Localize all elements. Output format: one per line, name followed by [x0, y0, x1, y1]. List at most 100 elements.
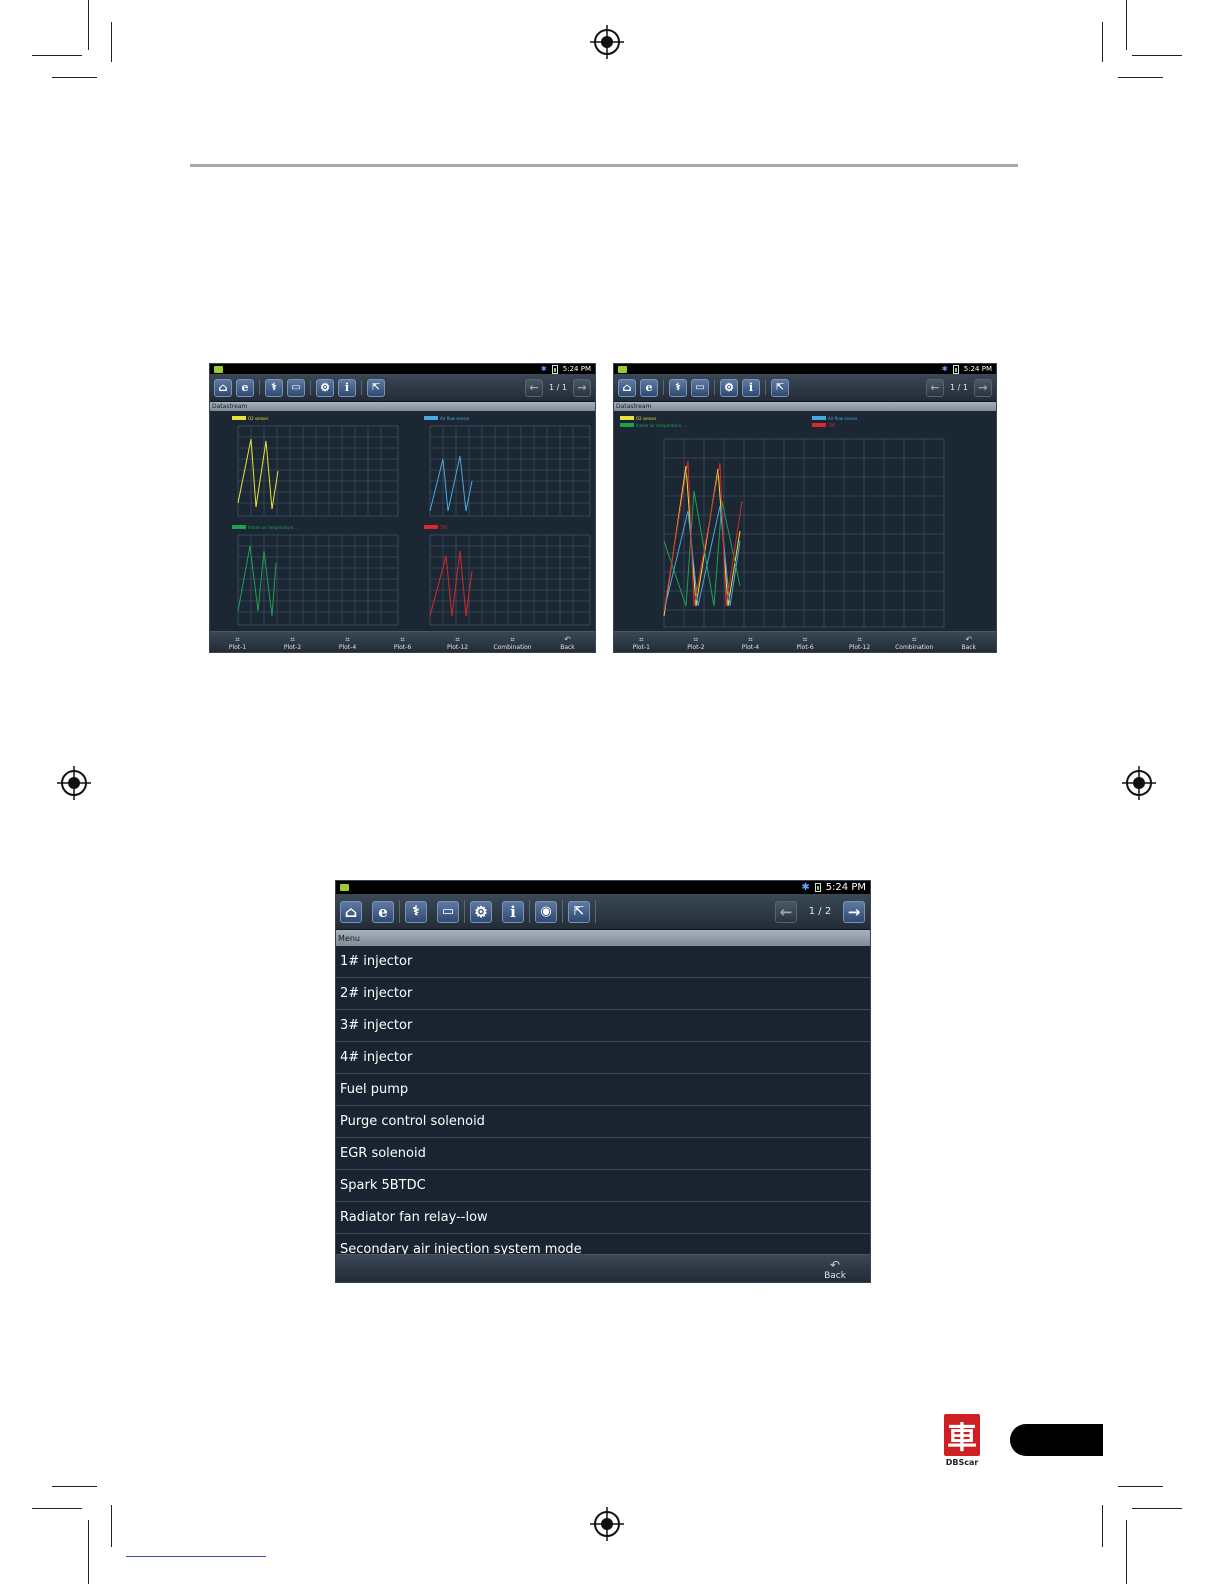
plot-2-button[interactable]: ⌗ Plot-2	[669, 632, 724, 652]
plot-icon: ⌗	[290, 635, 295, 644]
settings-icon[interactable]: ⚙	[316, 378, 334, 397]
status-time: 5:24 PM	[825, 882, 866, 893]
diagnose-icon[interactable]: ⚕	[265, 378, 283, 397]
plot-icon: ⌗	[510, 635, 515, 644]
info-icon[interactable]: i	[742, 378, 760, 397]
message-icon[interactable]: ▭	[287, 378, 305, 397]
app-icon	[214, 365, 223, 373]
plot-12-button[interactable]: ⌗ Plot-12	[430, 632, 485, 652]
back-label: Back	[961, 644, 977, 651]
home-icon[interactable]: ⌂	[618, 378, 636, 397]
exit-icon[interactable]: ⇱	[367, 378, 385, 397]
message-icon[interactable]: ▭	[437, 900, 459, 923]
plot-2-button[interactable]: ⌗ Plot-2	[265, 632, 320, 652]
crop-mark	[88, 0, 89, 50]
home-icon[interactable]: ⌂	[214, 378, 232, 397]
plot-2-label: Plot-2	[687, 644, 705, 651]
crop-mark	[1118, 77, 1163, 78]
plot-6-label: Plot-6	[393, 644, 412, 651]
list-item[interactable]: 4# injector	[336, 1042, 870, 1074]
arrow-left-icon[interactable]: ←	[926, 378, 944, 397]
actuation-menu-screen: ✱ 5:24 PM ⌂ e ⚕ ▭ ⚙ i ◉ ⇱ ← 1 / 2 → Menu…	[335, 880, 871, 1283]
settings-icon[interactable]: ⚙	[470, 900, 492, 923]
plot-air-flow-sensor: Air flow sensor	[424, 416, 591, 517]
crop-mark	[52, 1486, 97, 1487]
list-item[interactable]: 3# injector	[336, 1010, 870, 1042]
arrow-right-icon[interactable]: →	[974, 378, 992, 397]
back-button[interactable]: ↶ Back	[941, 632, 996, 652]
info-icon[interactable]: i	[338, 378, 356, 397]
crop-mark	[32, 1508, 82, 1509]
datastream-screen-plot-4: ✱ 5:24 PM ⌂ e ⚕ ▭ ⚙ i ⇱ ← 1 / 1 → Datast…	[209, 363, 596, 653]
bluetooth-icon: ✱	[801, 882, 810, 893]
browser-icon[interactable]: e	[372, 900, 394, 923]
toolbar: ⌂ e ⚕ ▭ ⚙ i ⇱ ← 1 / 1 →	[614, 374, 996, 402]
crop-mark	[1102, 22, 1103, 62]
legend-label: O2 sensor	[636, 416, 657, 421]
legend-label: TPS	[439, 525, 448, 530]
toolbar-separator	[714, 380, 715, 395]
toolbar-separator	[259, 380, 260, 395]
combination-button[interactable]: ⌗ Combination	[485, 632, 540, 652]
header-rule	[190, 164, 1018, 167]
legend-swatch	[424, 416, 438, 420]
toolbar-separator	[529, 900, 530, 923]
page-indicator: 1 / 1	[549, 383, 567, 392]
arrow-left-icon[interactable]: ←	[775, 900, 797, 923]
home-icon[interactable]: ⌂	[340, 900, 362, 923]
plot-4-button[interactable]: ⌗ Plot-4	[723, 632, 778, 652]
plot-grid	[238, 426, 398, 516]
back-button[interactable]: ↶ Back	[800, 1255, 870, 1282]
list-item[interactable]: EGR solenoid	[336, 1138, 870, 1170]
message-icon[interactable]: ▭	[691, 378, 709, 397]
plot-4-label: Plot-4	[338, 644, 357, 651]
plot-6-label: Plot-6	[796, 644, 814, 651]
plot-1-button[interactable]: ⌗ Plot-1	[614, 632, 669, 652]
toolbar-separator	[765, 380, 766, 395]
browser-icon[interactable]: e	[640, 378, 658, 397]
plot-6-button[interactable]: ⌗ Plot-6	[375, 632, 430, 652]
list-item[interactable]: Radiator fan relay--low	[336, 1202, 870, 1234]
arrow-left-icon[interactable]: ←	[525, 378, 543, 397]
list-item[interactable]: Secondary air injection system mode	[336, 1234, 870, 1256]
arrow-right-icon[interactable]: →	[573, 378, 591, 397]
plot-tps: TPS	[424, 525, 591, 626]
camera-icon[interactable]: ◉	[535, 900, 557, 923]
plot-12-button[interactable]: ⌗ Plot-12	[832, 632, 887, 652]
battery-icon	[551, 364, 558, 374]
combination-label: Combination	[895, 644, 934, 651]
info-icon[interactable]: i	[502, 900, 524, 923]
app-icon	[618, 365, 627, 373]
exit-icon[interactable]: ⇱	[568, 900, 590, 923]
crop-mark	[1126, 1520, 1127, 1584]
settings-icon[interactable]: ⚙	[720, 378, 738, 397]
list-item[interactable]: 1# injector	[336, 946, 870, 978]
plot-6-button[interactable]: ⌗ Plot-6	[778, 632, 833, 652]
legend-label: Intake air temperature...	[636, 423, 685, 428]
plot-icon: ⌗	[802, 635, 808, 644]
legend-label: TPS	[827, 423, 836, 428]
series-line-blue	[663, 505, 741, 612]
plot-icon: ⌗	[345, 635, 350, 644]
combination-button[interactable]: ⌗ Combination	[887, 632, 942, 652]
diagnose-icon[interactable]: ⚕	[669, 378, 687, 397]
plot-1-button[interactable]: ⌗ Plot-1	[210, 632, 265, 652]
plot-12-label: Plot-12	[446, 644, 469, 651]
plot-4-button[interactable]: ⌗ Plot-4	[320, 632, 375, 652]
list-item[interactable]: Spark 5BTDC	[336, 1170, 870, 1202]
browser-icon[interactable]: e	[236, 378, 254, 397]
arrow-right-icon[interactable]: →	[843, 900, 865, 923]
plot-icon: ⌗	[693, 635, 699, 644]
logo-char: 車	[947, 1421, 977, 1456]
legend-swatch	[812, 423, 826, 427]
plot-12-label: Plot-12	[849, 644, 871, 651]
plot-icon: ⌗	[748, 635, 753, 644]
list-item[interactable]: Fuel pump	[336, 1074, 870, 1106]
diagnose-icon[interactable]: ⚕	[405, 900, 427, 923]
crop-mark	[88, 1520, 89, 1584]
list-item[interactable]: Purge control solenoid	[336, 1106, 870, 1138]
back-button[interactable]: ↶ Back	[540, 632, 595, 652]
bluetooth-icon: ✱	[540, 365, 547, 373]
list-item[interactable]: 2# injector	[336, 978, 870, 1010]
exit-icon[interactable]: ⇱	[771, 378, 789, 397]
